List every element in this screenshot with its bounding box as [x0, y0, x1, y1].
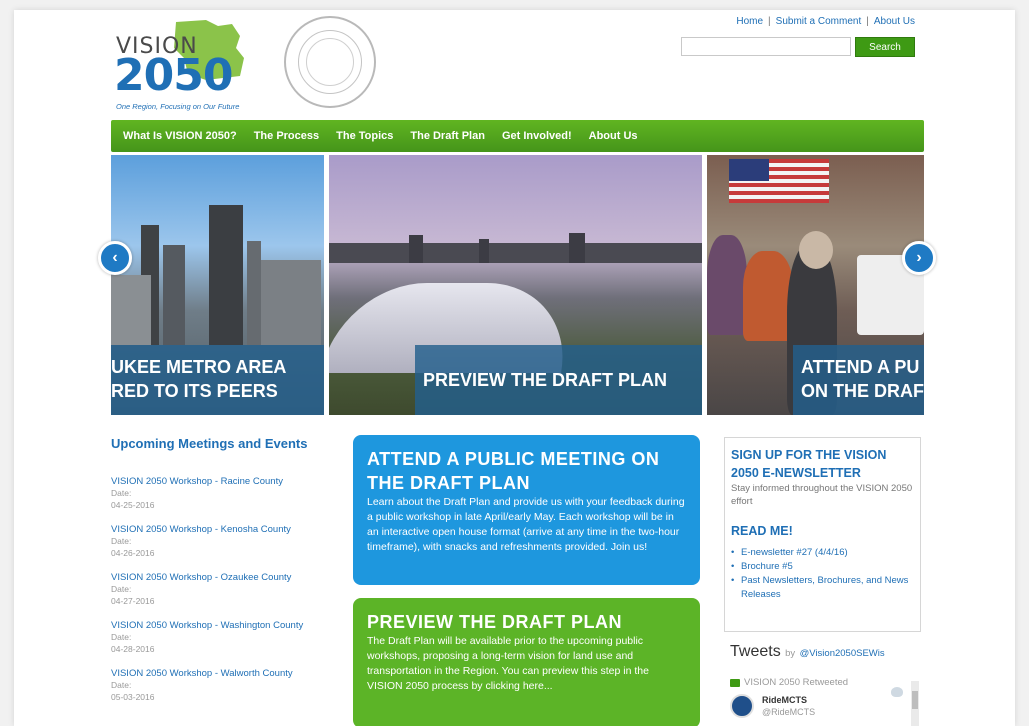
- newsletter-panel: SIGN UP FOR THE VISION 2050 E-NEWSLETTER…: [724, 437, 921, 632]
- link-brochure-5[interactable]: Brochure #5: [731, 560, 914, 574]
- slide-caption-public-meeting: ATTEND A PU ON THE DRAF: [793, 345, 924, 415]
- upcoming-events: Upcoming Meetings and Events VISION 2050…: [111, 436, 341, 716]
- twitter-bird-icon[interactable]: [891, 687, 903, 697]
- tweets-header: Tweets by @Vision2050SEWis: [730, 643, 915, 661]
- event-date-label: Date:: [111, 536, 132, 546]
- event-date: 04-26-2016: [111, 548, 155, 558]
- retweet-icon: [730, 678, 740, 687]
- tweets-handle[interactable]: @Vision2050SEWis: [800, 648, 885, 659]
- search-input[interactable]: [681, 37, 851, 56]
- slide-caption-draft-plan: PREVIEW THE DRAFT PLAN: [415, 345, 702, 415]
- event-title[interactable]: VISION 2050 Workshop - Walworth County: [111, 668, 341, 679]
- tweet-author-name[interactable]: RideMCTS: [762, 694, 815, 706]
- newsletter-heading[interactable]: SIGN UP FOR THE VISION 2050 E-NEWSLETTER: [731, 446, 914, 482]
- logo-tagline: One Region, Focusing on Our Future: [116, 102, 240, 111]
- toplink-home[interactable]: Home: [736, 16, 763, 27]
- sewrpc-seal-icon: [284, 16, 376, 108]
- link-past-newsletters[interactable]: Past Newsletters, Brochures, and News Re…: [731, 574, 914, 602]
- event-date: 04-28-2016: [111, 644, 155, 654]
- public-meeting-box[interactable]: ATTEND A PUBLIC MEETING ON THE DRAFT PLA…: [353, 435, 700, 585]
- tweets-widget: Tweets by @Vision2050SEWis VISION 2050 R…: [724, 637, 921, 726]
- retweet-row: VISION 2050 Retweeted: [730, 677, 915, 688]
- carousel-slide-metro-area[interactable]: UKEE METRO AREA RED TO ITS PEERS: [111, 155, 324, 415]
- event-date-label: Date:: [111, 488, 132, 498]
- nav-what-is-vision[interactable]: What Is VISION 2050?: [123, 130, 237, 142]
- event-date-label: Date:: [111, 584, 132, 594]
- carousel-next-arrow-icon[interactable]: ›: [902, 241, 936, 275]
- carousel-prev-arrow-icon[interactable]: ‹: [98, 241, 132, 275]
- tweets-by: by: [785, 648, 796, 659]
- toplink-about-us[interactable]: About Us: [874, 16, 915, 27]
- nav-the-topics[interactable]: The Topics: [336, 130, 393, 142]
- read-me-links: E-newsletter #27 (4/4/16) Brochure #5 Pa…: [731, 546, 914, 602]
- newsletter-subtext: Stay informed throughout the VISION 2050…: [731, 483, 913, 507]
- event-date-label: Date:: [111, 632, 132, 642]
- vision-2050-logo[interactable]: VISION 2050 One Region, Focusing on Our …: [114, 16, 254, 111]
- search-button[interactable]: Search: [855, 37, 915, 57]
- event-item: VISION 2050 Workshop - Ozaukee County Da…: [111, 572, 341, 607]
- page: VISION 2050 One Region, Focusing on Our …: [14, 10, 1015, 726]
- link-enewsletter-27[interactable]: E-newsletter #27 (4/4/16): [731, 546, 914, 560]
- tweets-scrollbar[interactable]: [911, 681, 919, 726]
- event-date: 04-27-2016: [111, 596, 155, 606]
- event-date-label: Date:: [111, 680, 132, 690]
- carousel-slide-draft-plan[interactable]: PREVIEW THE DRAFT PLAN: [329, 155, 702, 415]
- public-meeting-title: ATTEND A PUBLIC MEETING ON THE DRAFT PLA…: [367, 449, 660, 493]
- event-title[interactable]: VISION 2050 Workshop - Kenosha County: [111, 524, 341, 535]
- logo-year-text: 2050: [114, 50, 233, 101]
- carousel-slide-public-meeting[interactable]: ATTEND A PU ON THE DRAF: [707, 155, 924, 415]
- event-item: VISION 2050 Workshop - Kenosha County Da…: [111, 524, 341, 559]
- preview-draft-plan-title: PREVIEW THE DRAFT PLAN: [367, 612, 623, 632]
- avatar[interactable]: [730, 694, 754, 718]
- event-date: 04-25-2016: [111, 500, 155, 510]
- toplink-submit-comment[interactable]: Submit a Comment: [776, 16, 862, 27]
- tweets-title: Tweets: [730, 643, 781, 660]
- preview-draft-plan-box[interactable]: PREVIEW THE DRAFT PLAN The Draft Plan wi…: [353, 598, 700, 726]
- nav-the-draft-plan[interactable]: The Draft Plan: [410, 130, 485, 142]
- top-links: Home | Submit a Comment | About Us: [736, 16, 915, 27]
- preview-draft-plan-body: The Draft Plan will be available prior t…: [367, 635, 649, 692]
- main-nav: What Is VISION 2050? The Process The Top…: [111, 120, 924, 152]
- image-carousel: UKEE METRO AREA RED TO ITS PEERS PREVIEW…: [111, 155, 924, 415]
- nav-the-process[interactable]: The Process: [254, 130, 319, 142]
- public-meeting-body: Learn about the Draft Plan and provide u…: [367, 496, 685, 553]
- event-item: VISION 2050 Workshop - Walworth County D…: [111, 668, 341, 703]
- event-title[interactable]: VISION 2050 Workshop - Racine County: [111, 476, 341, 487]
- tweet-author-handle[interactable]: @RideMCTS: [762, 706, 815, 718]
- event-item: VISION 2050 Workshop - Washington County…: [111, 620, 341, 655]
- read-me-heading: READ ME!: [731, 524, 793, 538]
- nav-about-us[interactable]: About Us: [589, 130, 638, 142]
- event-date: 05-03-2016: [111, 692, 155, 702]
- event-title[interactable]: VISION 2050 Workshop - Washington County: [111, 620, 341, 631]
- slide-caption-metro: UKEE METRO AREA RED TO ITS PEERS: [111, 345, 324, 415]
- event-title[interactable]: VISION 2050 Workshop - Ozaukee County: [111, 572, 341, 583]
- nav-get-involved[interactable]: Get Involved!: [502, 130, 572, 142]
- event-item: VISION 2050 Workshop - Racine County Dat…: [111, 476, 341, 511]
- tweet-author[interactable]: RideMCTS @RideMCTS: [730, 694, 915, 718]
- retweeted-text: VISION 2050 Retweeted: [744, 677, 849, 688]
- events-heading: Upcoming Meetings and Events: [111, 436, 308, 451]
